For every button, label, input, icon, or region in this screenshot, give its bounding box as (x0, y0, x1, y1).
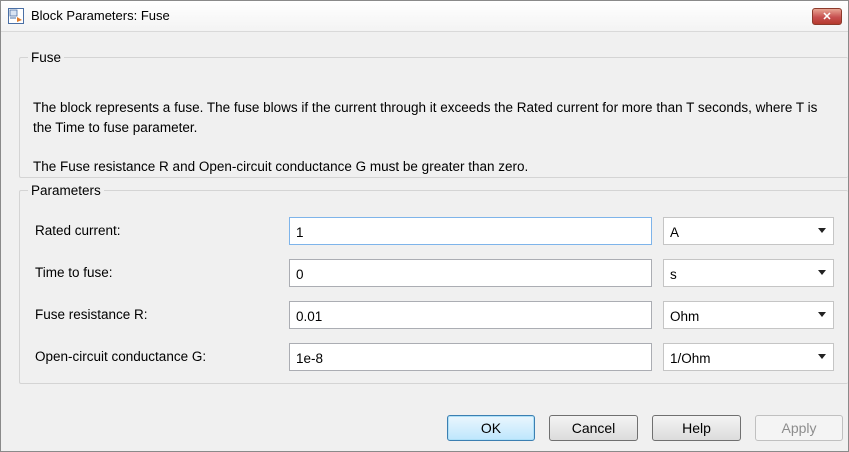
chevron-down-icon (818, 354, 826, 359)
open-circuit-conductance-label: Open-circuit conductance G: (35, 349, 207, 364)
fuse-resistance-unit-select[interactable]: Ohm (663, 301, 834, 329)
chevron-down-icon (818, 270, 826, 275)
time-to-fuse-unit-select[interactable]: s (663, 259, 834, 287)
time-to-fuse-label: Time to fuse: (35, 265, 113, 280)
block-parameters-dialog: Block Parameters: Fuse ✕ Fuse The block … (0, 0, 849, 452)
ok-button[interactable]: OK (447, 415, 535, 441)
description-group: Fuse The block represents a fuse. The fu… (19, 50, 848, 178)
description-text-2: The Fuse resistance R and Open-circuit c… (33, 159, 529, 174)
close-button[interactable]: ✕ (812, 8, 842, 25)
cancel-button[interactable]: Cancel (549, 415, 638, 441)
window-title: Block Parameters: Fuse (31, 8, 170, 23)
help-button[interactable]: Help (652, 415, 741, 441)
rated-current-unit-value: A (670, 225, 680, 240)
apply-button[interactable]: Apply (755, 415, 843, 441)
fuse-resistance-input[interactable]: 0.01 (289, 301, 652, 329)
time-to-fuse-unit-value: s (670, 267, 677, 282)
parameters-group-title: Parameters (31, 183, 101, 198)
fuse-resistance-unit-value: Ohm (670, 309, 700, 324)
block-description: The block represents a fuse. The fuse bl… (33, 98, 833, 177)
chevron-down-icon (818, 228, 826, 233)
rated-current-label: Rated current: (35, 223, 121, 238)
title-bar: Block Parameters: Fuse ✕ (1, 1, 848, 32)
time-to-fuse-input[interactable]: 0 (289, 259, 652, 287)
description-text-1: The block represents a fuse. The fuse bl… (33, 100, 818, 135)
open-circuit-conductance-unit-value: 1/Ohm (670, 351, 711, 366)
simulink-block-icon (8, 8, 24, 24)
rated-current-unit-select[interactable]: A (663, 217, 834, 245)
open-circuit-conductance-unit-select[interactable]: 1/Ohm (663, 343, 834, 371)
open-circuit-conductance-input[interactable]: 1e-8 (289, 343, 652, 371)
description-group-title: Fuse (31, 50, 62, 65)
fuse-resistance-label: Fuse resistance R: (35, 307, 148, 322)
chevron-down-icon (818, 312, 826, 317)
rated-current-input[interactable]: 1 (289, 217, 652, 245)
